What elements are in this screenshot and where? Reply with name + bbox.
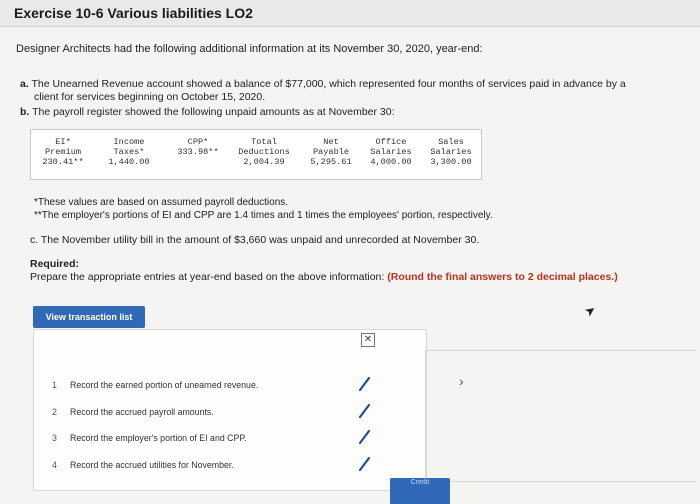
col-header-2: Salaries <box>370 147 412 157</box>
col-value: 5,295.61 <box>310 157 352 167</box>
col-value: 230.41** <box>42 157 84 167</box>
payroll-col-cpp: CPP* 333.98** <box>169 137 227 157</box>
transaction-item-2[interactable]: 2 Record the accrued payroll amounts. <box>52 407 214 417</box>
payroll-col-sales-salaries: Sales Salaries 3,300.00 <box>423 137 479 167</box>
required-text: Prepare the appropriate entries at year-… <box>30 271 385 283</box>
transaction-number: 2 <box>52 407 57 417</box>
col-header-2: CPP* <box>187 137 209 147</box>
transaction-item-1[interactable]: 1 Record the earned portion of unearned r… <box>52 380 258 390</box>
check-icon <box>358 376 371 392</box>
payroll-col-income-tax: Income Taxes* 1,440.00 <box>101 137 157 167</box>
col-header-1: Net <box>323 137 339 147</box>
chevron-right-icon[interactable]: › <box>459 373 464 389</box>
close-icon[interactable]: ✕ <box>361 333 375 347</box>
footnote-2: **The employer's portions of EI and CPP … <box>34 210 493 221</box>
journal-panel <box>425 350 696 482</box>
item-c: c. The November utility bill in the amou… <box>30 234 480 246</box>
col-value: 2,004.39 <box>243 157 285 167</box>
col-header-1: EI* <box>55 137 71 147</box>
required-section: Required: Prepare the appropriate entrie… <box>30 258 618 284</box>
col-value: 1,440.00 <box>108 157 150 167</box>
transaction-text: Record the accrued utilities for Novembe… <box>70 460 234 470</box>
check-icon <box>358 456 371 472</box>
col-header-2: Premium <box>44 147 82 157</box>
col-header-2: Taxes* <box>113 147 145 157</box>
transaction-text: Record the accrued payroll amounts. <box>70 407 214 417</box>
col-value: 4,000.00 <box>370 157 412 167</box>
payroll-col-office-salaries: Office Salaries 4,000.00 <box>363 137 419 167</box>
transaction-text: Record the earned portion of unearned re… <box>70 380 259 390</box>
col-header-1: Total <box>251 137 277 147</box>
item-b-tag: b. <box>20 106 30 118</box>
item-a-text: The Unearned Revenue account showed a ba… <box>31 78 626 90</box>
transaction-number: 3 <box>52 433 57 443</box>
rounding-note: (Round the final answers to 2 decimal pl… <box>387 271 618 283</box>
item-b: b. The payroll register showed the follo… <box>20 106 395 118</box>
view-transaction-list-button[interactable]: View transaction list <box>33 306 145 328</box>
col-header-1: Sales <box>438 137 464 147</box>
credit-tab[interactable]: Credit <box>390 478 450 504</box>
footnotes: *These values are based on assumed payro… <box>34 196 493 222</box>
intro-text: Designer Architects had the following ad… <box>16 43 483 55</box>
payroll-col-net-payable: Net Payable 5,295.61 <box>303 137 359 167</box>
payroll-col-total-deductions: Total Deductions 2,004.39 <box>231 137 297 167</box>
footnote-1: *These values are based on assumed payro… <box>34 197 289 208</box>
transaction-number: 4 <box>52 460 57 470</box>
required-line: Prepare the appropriate entries at year-… <box>30 271 618 284</box>
mouse-cursor-icon: ➤ <box>581 301 599 320</box>
transaction-number: 1 <box>52 380 57 390</box>
col-value: 3,300.00 <box>430 157 472 167</box>
required-label: Required: <box>30 258 80 270</box>
check-icon <box>358 429 371 445</box>
payroll-col-ei: EI* Premium 230.41** <box>41 137 85 167</box>
page-title: Exercise 10-6 Various liabilities LO2 <box>14 5 253 21</box>
item-b-text: The payroll register showed the followin… <box>32 106 395 118</box>
item-a: a. The Unearned Revenue account showed a… <box>20 78 680 104</box>
col-header-1: Income <box>113 137 145 147</box>
title-bar: Exercise 10-6 Various liabilities LO2 <box>0 0 700 27</box>
col-header-2: Salaries <box>430 147 472 157</box>
col-value: 333.98** <box>177 147 219 157</box>
transaction-item-3[interactable]: 3 Record the employer's portion of EI and… <box>52 433 247 443</box>
item-a-continuation: client for services beginning on October… <box>34 91 266 103</box>
item-a-tag: a. <box>20 78 29 90</box>
payroll-table: EI* Premium 230.41** Income Taxes* 1,440… <box>30 129 482 180</box>
col-header-2: Deductions <box>238 147 290 157</box>
col-header-1: Office <box>375 137 407 147</box>
check-icon <box>358 403 371 419</box>
transaction-text: Record the employer's portion of EI and … <box>70 433 247 443</box>
col-header-2: Payable <box>312 147 350 157</box>
transaction-item-4[interactable]: 4 Record the accrued utilities for Novemb… <box>52 460 234 470</box>
